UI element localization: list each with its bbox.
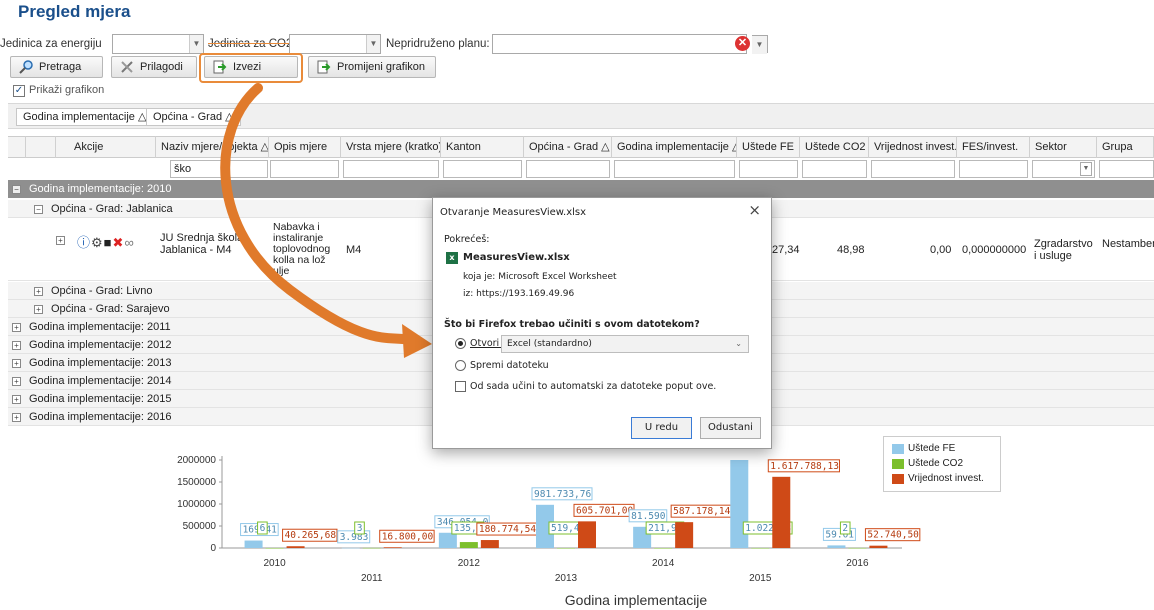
file-type: koja je: Microsoft Excel Worksheet <box>463 272 617 282</box>
app-select[interactable]: Excel (standardno) ⌄ <box>501 335 749 353</box>
auto-option[interactable]: Od sada učini to automatski za datoteke … <box>455 381 716 392</box>
arrow-head <box>402 324 432 358</box>
save-file-radio[interactable] <box>455 360 466 371</box>
open-with-radio[interactable] <box>455 338 466 349</box>
chevron-down-icon: ⌄ <box>735 339 742 348</box>
close-icon[interactable]: × <box>748 201 761 219</box>
file-name: MeasuresView.xlsx <box>463 252 570 263</box>
open-with-option[interactable]: Otvori s <box>455 338 507 349</box>
dialog-question: Što bi Firefox trebao učiniti s ovom dat… <box>444 319 700 330</box>
download-dialog: Otvaranje MeasuresView.xlsx × Pokrećeš: … <box>432 197 772 449</box>
dialog-title: Otvaranje MeasuresView.xlsx <box>440 207 587 218</box>
auto-checkbox[interactable] <box>455 381 466 392</box>
auto-label: Od sada učini to automatski za datoteke … <box>470 381 717 392</box>
cancel-button[interactable]: Odustani <box>700 417 761 439</box>
ok-button[interactable]: U redu <box>631 417 692 439</box>
save-file-option[interactable]: Spremi datoteku <box>455 360 549 371</box>
save-file-label: Spremi datoteku <box>470 360 549 371</box>
app-select-value: Excel (standardno) <box>507 339 592 349</box>
started-label: Pokrećeš: <box>444 234 490 245</box>
excel-file-icon: x <box>446 252 458 264</box>
file-source: iz: https://193.169.49.96 <box>463 289 575 299</box>
arrow-path <box>220 83 415 345</box>
